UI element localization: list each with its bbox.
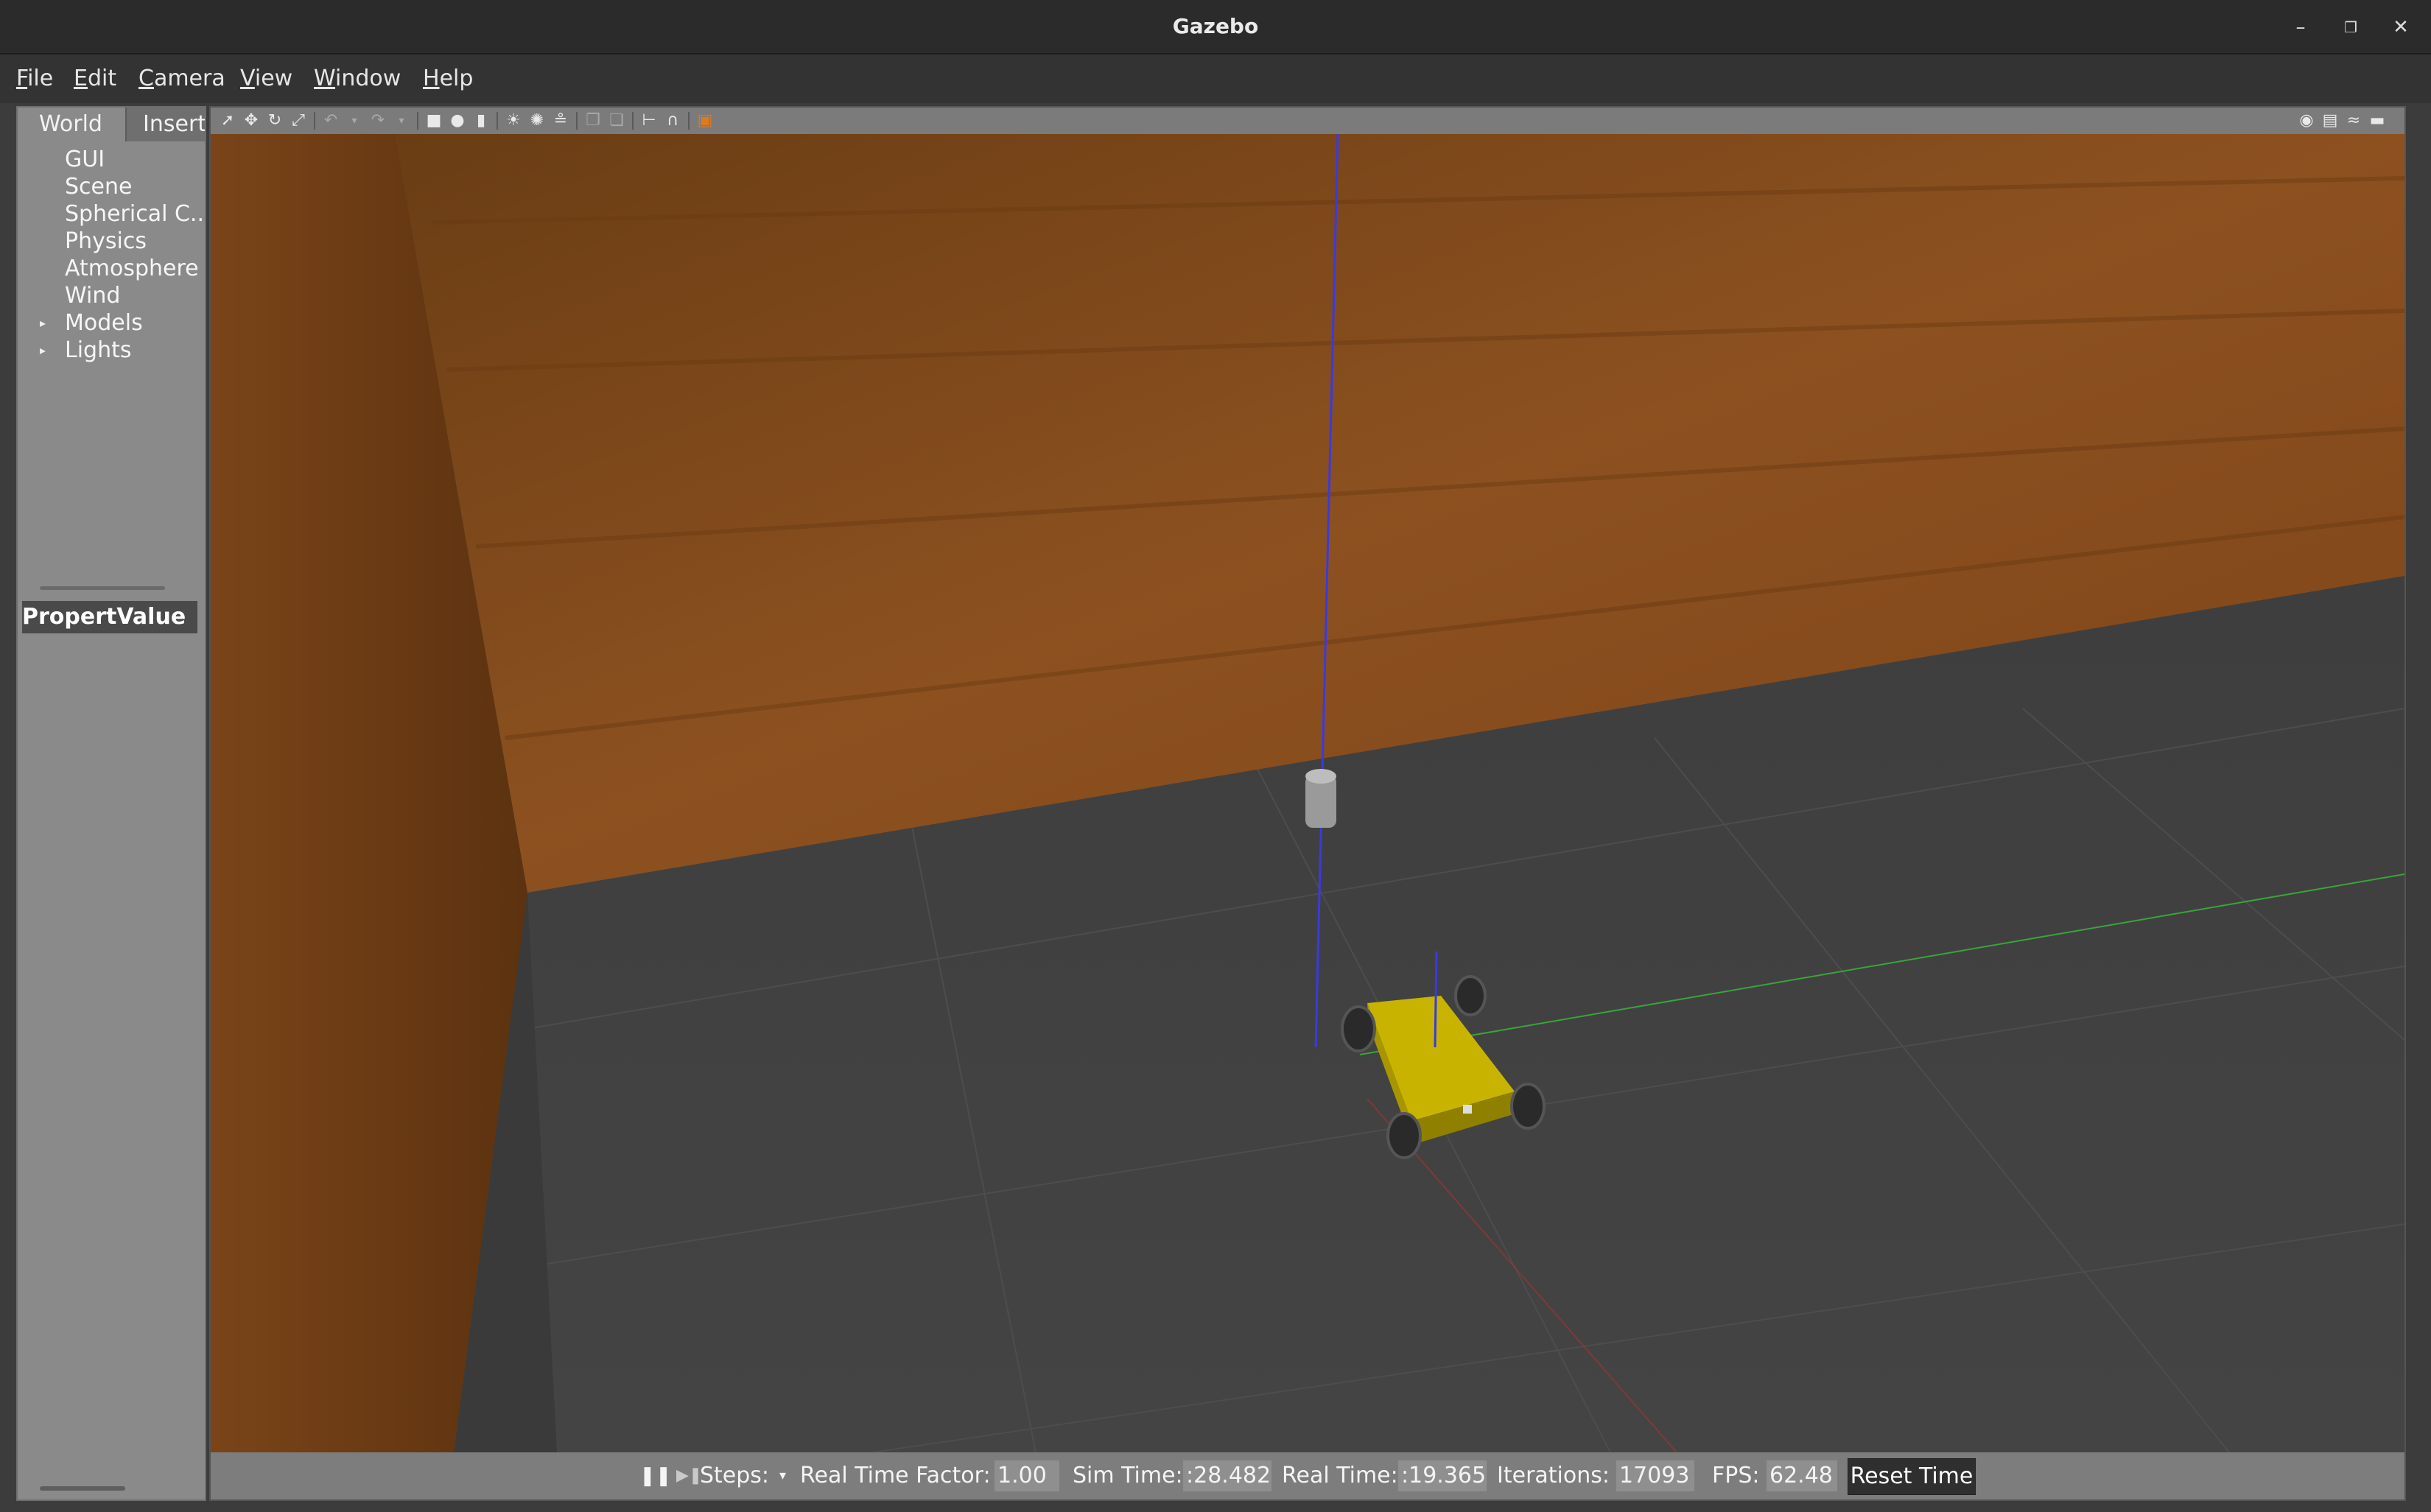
viewport-toolbar: ➚ ✥ ↻ ⤢ ↶ ▾ ↷ ▾ ■ ● ▮ ☀ ✺ ≗ ❐ ❏ ⊢ ∩ ▣ ◉ …: [211, 108, 2404, 135]
fps-value: 62.48: [1767, 1460, 1837, 1491]
window-title: Gazebo: [1172, 14, 1259, 38]
scrollbar[interactable]: [40, 1486, 125, 1491]
redo-dropdown-icon[interactable]: ▾: [393, 113, 410, 129]
scale-mode-icon[interactable]: ⤢: [290, 113, 306, 129]
iterations-value: 17093: [1616, 1460, 1694, 1491]
directional-light-icon[interactable]: ≗: [552, 113, 569, 129]
steps-dropdown-icon[interactable]: ▾: [779, 1452, 786, 1499]
reset-time-button[interactable]: Reset Time: [1848, 1458, 1976, 1495]
copy-icon[interactable]: ❐: [585, 113, 601, 129]
tab-world[interactable]: World: [18, 108, 124, 141]
menu-bar: File Edit Camera View Window Help: [0, 54, 2431, 103]
select-mode-icon[interactable]: ➚: [220, 113, 236, 129]
sim-time-value: :28.482: [1183, 1460, 1271, 1491]
status-bar: ❚❚ ▶❚ Steps: ▾ Real Time Factor: 1.00 Si…: [211, 1452, 2404, 1499]
change-view-icon[interactable]: ▣: [697, 113, 713, 129]
sim-time-label: Sim Time:: [1073, 1463, 1183, 1488]
plot-icon[interactable]: ≈: [2346, 113, 2362, 129]
translate-mode-icon[interactable]: ✥: [243, 113, 259, 129]
real-time-value: :19.365: [1398, 1460, 1487, 1491]
render-viewport[interactable]: ➚ ✥ ↻ ⤢ ↶ ▾ ↷ ▾ ■ ● ▮ ☀ ✺ ≗ ❐ ❏ ⊢ ∩ ▣ ◉ …: [209, 106, 2406, 1501]
menu-window[interactable]: Window: [314, 54, 401, 103]
tree-item-scene[interactable]: Scene: [65, 173, 205, 200]
property-column-header[interactable]: Propert: [22, 601, 116, 633]
scene-render[interactable]: [211, 134, 2404, 1452]
menu-camera[interactable]: Camera: [138, 54, 225, 103]
maximize-icon[interactable]: ❐: [2334, 10, 2368, 44]
tree-item-physics[interactable]: Physics: [65, 228, 205, 255]
box-shape-icon[interactable]: ■: [426, 113, 442, 129]
iterations-label: Iterations:: [1497, 1463, 1610, 1488]
close-icon[interactable]: ✕: [2384, 10, 2418, 44]
property-table-header: PropertValue: [22, 601, 197, 633]
wheel: [1341, 1005, 1376, 1052]
cylinder-shape-icon[interactable]: ▮: [473, 113, 489, 129]
wheel: [1510, 1083, 1546, 1130]
undo-icon[interactable]: ↶: [323, 113, 339, 129]
steps-label: Steps:: [700, 1463, 770, 1488]
tree-item-lights[interactable]: Lights: [65, 337, 205, 364]
wheel: [1454, 975, 1487, 1016]
pause-icon[interactable]: ❚❚: [639, 1452, 672, 1499]
step-icon[interactable]: ▶❚: [676, 1452, 702, 1499]
sphere-shape-icon[interactable]: ●: [449, 113, 466, 129]
tree-item-models[interactable]: Models: [65, 309, 205, 337]
tab-insert[interactable]: Insert: [125, 108, 205, 141]
point-light-icon[interactable]: ☀: [505, 113, 522, 129]
panel-splitter[interactable]: [40, 586, 165, 590]
menu-view[interactable]: View: [240, 54, 292, 103]
expand-arrow-icon[interactable]: ▸: [40, 337, 46, 364]
tree-item-spherical-coordinates[interactable]: Spherical C..: [65, 200, 205, 228]
title-bar: Gazebo – ❐ ✕: [0, 0, 2431, 54]
tree-item-atmosphere[interactable]: Atmosphere: [65, 255, 205, 282]
tree-item-gui[interactable]: GUI: [65, 146, 205, 173]
left-panel: World Insert GUI Scene Spherical C.. Phy…: [16, 106, 206, 1501]
video-record-icon[interactable]: ▬: [2369, 113, 2385, 129]
log-icon[interactable]: ▤: [2322, 113, 2338, 129]
value-column-header[interactable]: Value: [116, 601, 186, 633]
undo-dropdown-icon[interactable]: ▾: [346, 113, 362, 129]
align-icon[interactable]: ⊢: [641, 113, 657, 129]
tree-item-wind[interactable]: Wind: [65, 282, 205, 309]
spot-light-icon[interactable]: ✺: [529, 113, 545, 129]
menu-file[interactable]: File: [16, 54, 53, 103]
redo-icon[interactable]: ↷: [370, 113, 386, 129]
rotate-mode-icon[interactable]: ↻: [267, 113, 283, 129]
menu-edit[interactable]: Edit: [74, 54, 116, 103]
camera-sensor[interactable]: [1305, 769, 1336, 828]
fps-label: FPS:: [1712, 1463, 1760, 1488]
real-time-factor-value: 1.00: [994, 1460, 1059, 1491]
screenshot-icon[interactable]: ◉: [2298, 113, 2315, 129]
paste-icon[interactable]: ❏: [608, 113, 625, 129]
expand-arrow-icon[interactable]: ▸: [40, 309, 46, 337]
real-time-label: Real Time:: [1282, 1463, 1398, 1488]
wheel: [1386, 1112, 1422, 1159]
menu-help[interactable]: Help: [423, 54, 473, 103]
real-time-factor-label: Real Time Factor:: [800, 1463, 991, 1488]
snap-icon[interactable]: ∩: [664, 113, 681, 129]
minimize-icon[interactable]: –: [2284, 10, 2318, 44]
